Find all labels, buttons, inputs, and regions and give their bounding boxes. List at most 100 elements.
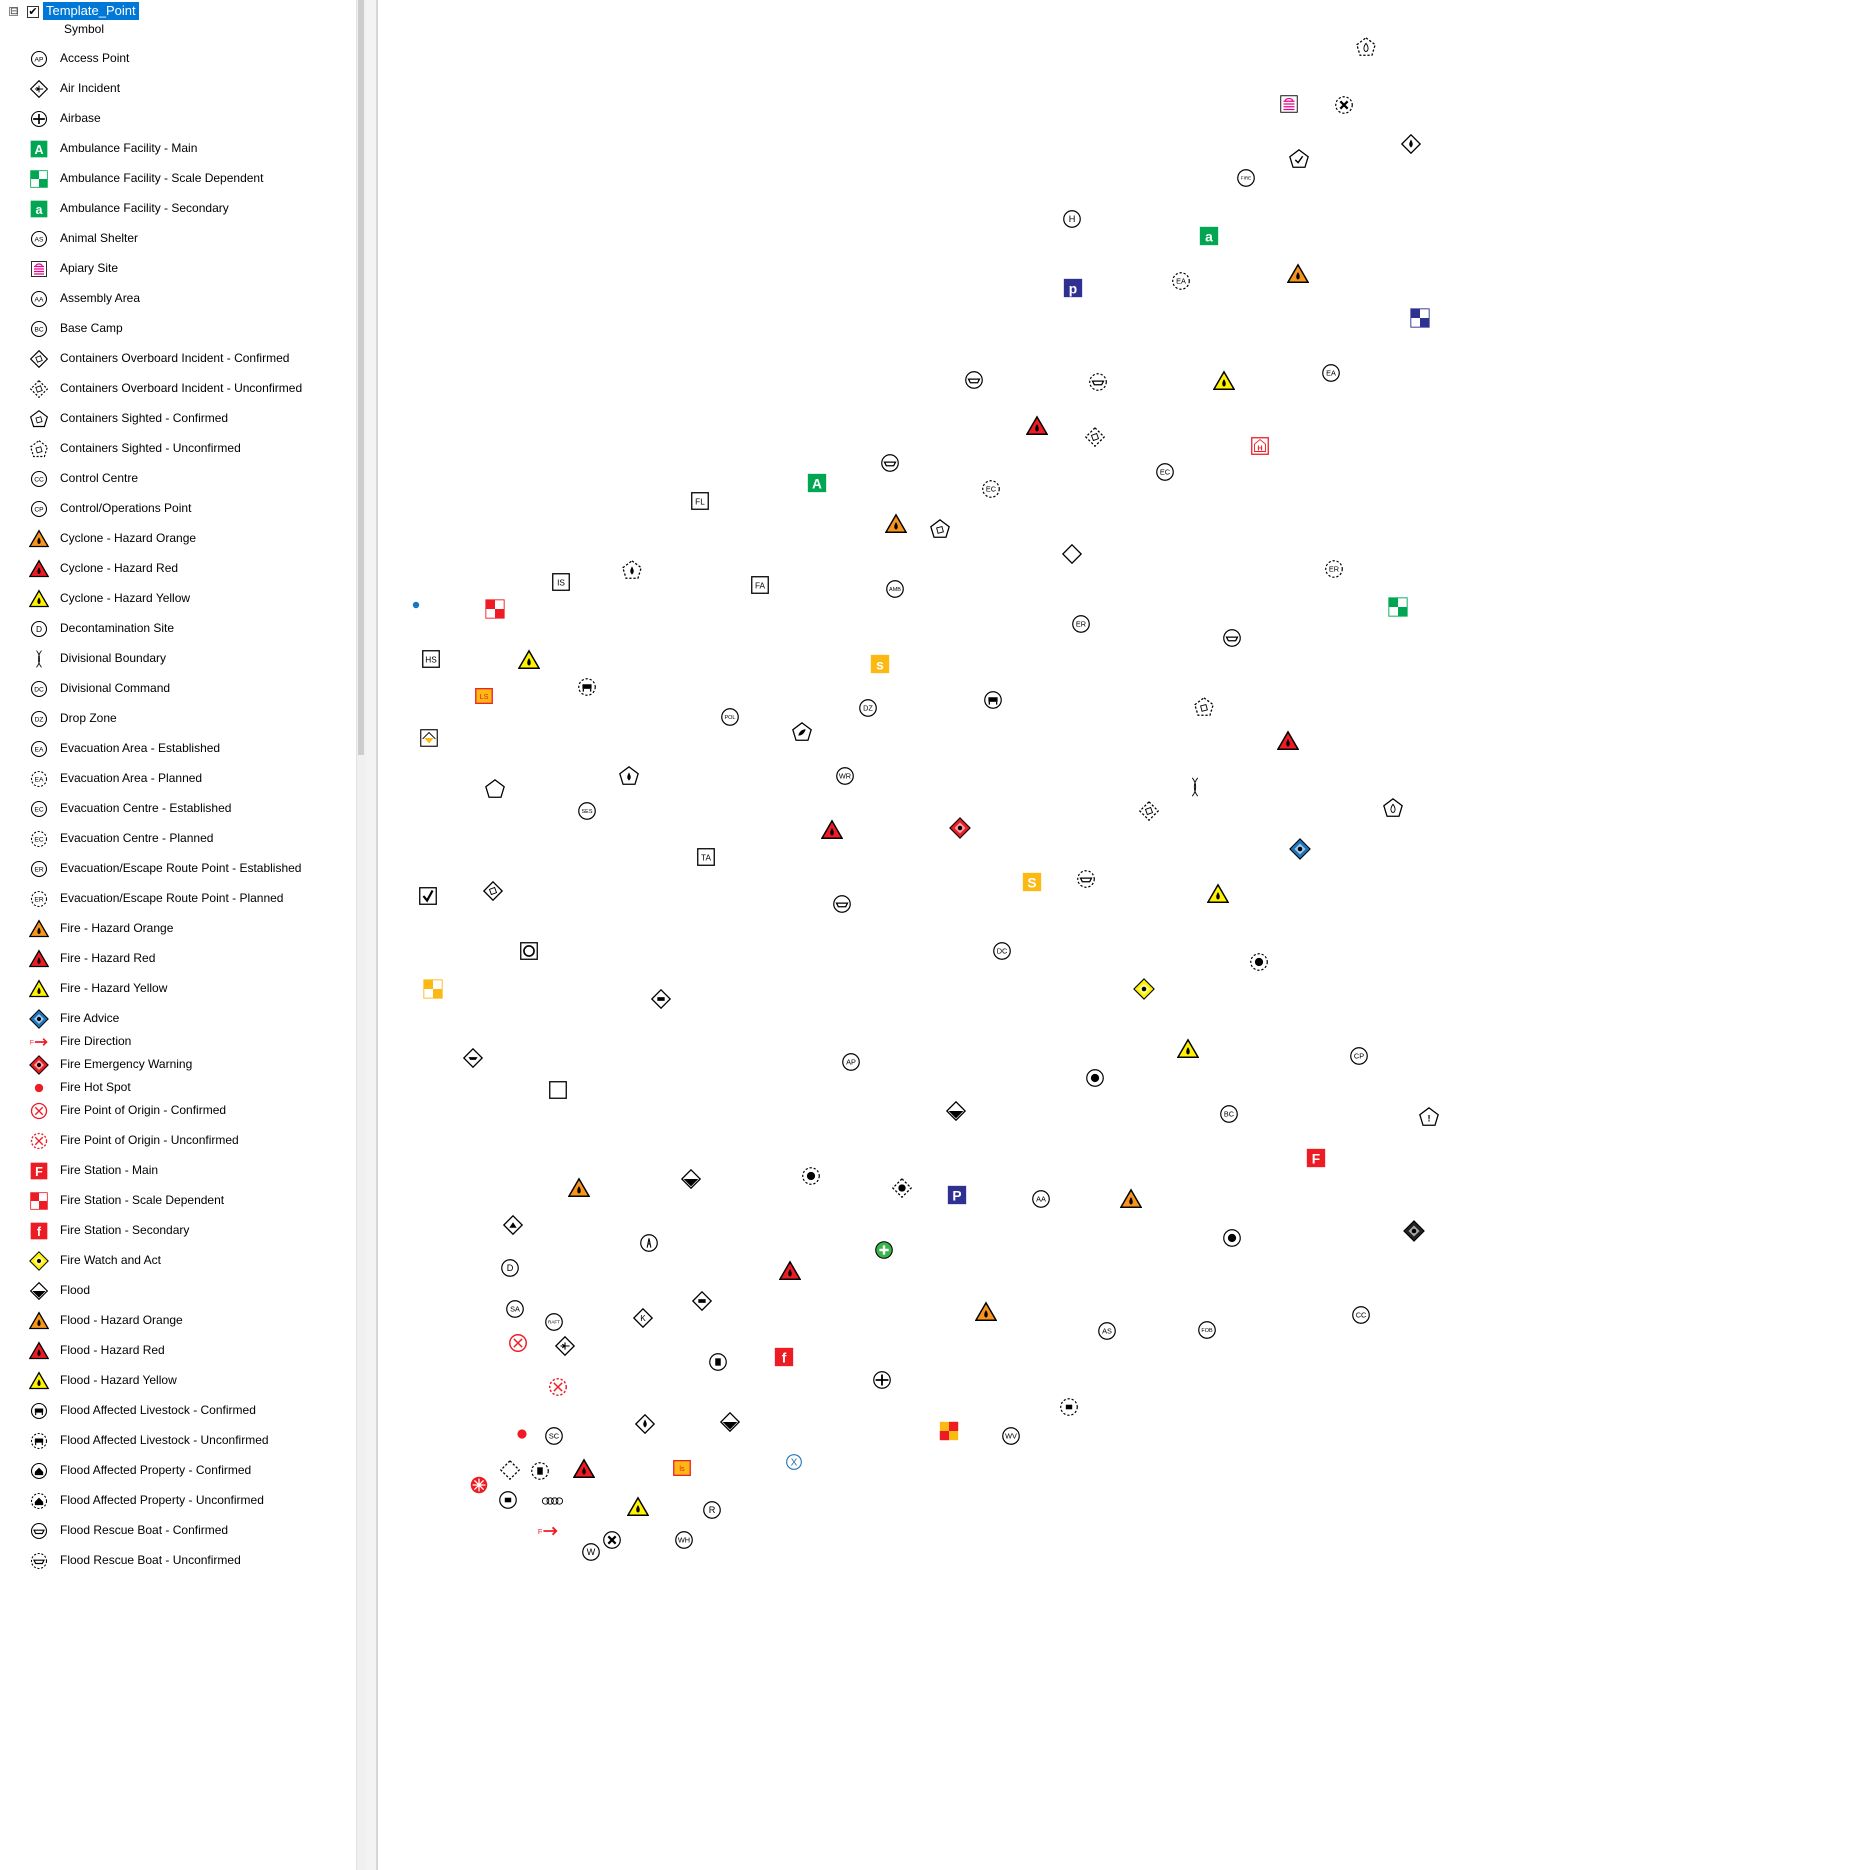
legend-item[interactable]: CC Control Centre [25,463,355,493]
map-marker-arrow-icon[interactable]: F [537,1520,559,1542]
map-marker-pentagon-fire-icon[interactable] [1382,797,1404,819]
map-marker-circle-trash-icon[interactable] [707,1351,729,1373]
map-marker-circle-code-icon[interactable]: ER [1070,613,1092,635]
map-marker-circle-code-icon[interactable]: AP [840,1051,862,1073]
collapse-icon[interactable]: ⊟ [9,7,18,17]
map-marker-circle-figure-dashed-icon[interactable] [800,1165,822,1187]
legend-item[interactable]: Ambulance Facility - Scale Dependent [25,163,355,193]
legend-item[interactable]: DZ Drop Zone [25,703,355,733]
legend-item[interactable]: Containers Overboard Incident - Confirme… [25,343,355,373]
map-marker-circle-square-icon[interactable] [497,1489,519,1511]
map-marker-triangle-hazard-icon[interactable] [778,1260,802,1282]
map-marker-circle-x-dashed-icon[interactable] [547,1376,569,1398]
map-marker-pentagon-box-icon[interactable] [929,518,951,540]
map-marker-circle-code-icon[interactable]: AS [1096,1320,1118,1342]
legend-item[interactable]: EC Evacuation Centre - Planned [25,823,355,853]
map-marker-diamond-burst-icon[interactable] [891,1177,913,1199]
map-marker-triangle-hazard-icon[interactable] [517,649,541,671]
map-marker-circle-tower-icon[interactable] [638,1232,660,1254]
legend-item[interactable]: a Ambulance Facility - Secondary [25,193,355,223]
legend-item[interactable]: Flood Affected Livestock - Confirmed [25,1395,355,1425]
map-marker-flood-icon[interactable] [680,1168,702,1190]
legend-item[interactable]: Divisional Boundary [25,643,355,673]
legend-item[interactable]: AP Access Point [25,43,355,73]
map-marker-square-code-icon[interactable]: FA [749,574,771,596]
legend-item[interactable]: Fire - Hazard Yellow [25,973,355,1003]
map-marker-square-code-icon[interactable]: HS [420,648,442,670]
legend-item[interactable]: Apiary Site [25,253,355,283]
map-marker-square-letter-icon[interactable]: P [946,1184,968,1206]
map-marker-square-letter-icon[interactable]: f [773,1346,795,1368]
legend-item[interactable]: Fire Point of Origin - Confirmed [25,1095,355,1125]
legend-item[interactable]: CP Control/Operations Point [25,493,355,523]
map-marker-diamond-box-icon[interactable] [482,880,504,902]
map-marker-circle-code-icon[interactable]: CP [1348,1045,1370,1067]
legend-item[interactable]: Fire Point of Origin - Unconfirmed [25,1125,355,1155]
legend-item[interactable]: Cyclone - Hazard Yellow [25,583,355,613]
map-marker-circle-code-icon[interactable]: AMB [884,578,906,600]
map-marker-square-check-icon[interactable] [417,885,439,907]
map-marker-dot-icon[interactable] [405,594,427,616]
map-marker-pentagon-drop-dashed-icon[interactable] [621,559,643,581]
map-marker-pentagon-leaf-icon[interactable] [791,721,813,743]
map-marker-circle-code-icon[interactable]: R [701,1499,723,1521]
legend-item[interactable]: Flood Affected Livestock - Unconfirmed [25,1425,355,1455]
map-marker-circle-xmark-dashed-icon[interactable] [1333,94,1355,116]
map-marker-triangle-hazard-icon[interactable] [884,513,908,535]
map-marker-square-code-icon[interactable]: IS [550,571,572,593]
map-marker-circle-code-icon[interactable]: FIRE [1235,167,1257,189]
map-marker-circle-boat-dashed-icon[interactable] [1087,371,1109,393]
map-marker-circle-plus-green-icon[interactable] [873,1239,895,1261]
map-marker-square-code-icon[interactable]: TA [695,846,717,868]
map-marker-circle-cow-icon[interactable] [982,689,1004,711]
map-marker-diamond-icon[interactable] [1061,543,1083,565]
map-marker-circle-code-icon[interactable]: SES [576,800,598,822]
map-marker-circle-code-icon[interactable]: SA [504,1298,526,1320]
map-marker-diamond-box-dashed-icon[interactable] [1084,426,1106,448]
map-marker-square-h-icon[interactable]: H [1249,435,1271,457]
legend-item[interactable]: Flood Affected Property - Unconfirmed [25,1485,355,1515]
map-marker-circle-figure-dashed-icon[interactable] [1248,951,1270,973]
map-marker-square-letter-icon[interactable]: p [1062,277,1084,299]
map-marker-circle-code-dashed-icon[interactable]: EA [1170,270,1192,292]
map-marker-pentagon-fire-dashed-icon[interactable] [1355,36,1377,58]
map-marker-circle-code-icon[interactable]: FOB [1196,1319,1218,1341]
map-marker-pentagon-box-dashed-icon[interactable] [1193,696,1215,718]
legend-item[interactable]: Fire - Hazard Orange [25,913,355,943]
map-marker-diamond-fill-icon[interactable] [949,817,971,839]
map-marker-circle-code-dashed-icon[interactable]: EC [980,478,1002,500]
map-marker-circle-x-blue-icon[interactable]: X [783,1451,805,1473]
legend-item[interactable]: Flood Rescue Boat - Confirmed [25,1515,355,1545]
map-marker-circle-figure-icon[interactable] [1221,1227,1243,1249]
map-marker-square-code-icon[interactable]: FL [689,490,711,512]
map-marker-triangle-hazard-icon[interactable] [626,1496,650,1518]
map-marker-triangle-hazard-icon[interactable] [1025,415,1049,437]
legend-item[interactable]: EC Evacuation Centre - Established [25,793,355,823]
legend-item[interactable]: D Decontamination Site [25,613,355,643]
legend-item[interactable]: Flood - Hazard Yellow [25,1365,355,1395]
map-marker-apiary-icon[interactable] [1278,93,1300,115]
map-marker-circle-code-icon[interactable]: W [580,1541,602,1563]
map-marker-circle-code-icon[interactable]: EA [1320,362,1342,384]
map-marker-square-letter-icon[interactable]: F [1305,1147,1327,1169]
map-view[interactable]: FIRE Ha p EA EA H A EC EC FL IS FA AMB ER ER HS s LS POL DZ… [378,0,1861,1870]
map-marker-diamond-car-icon[interactable] [691,1290,713,1312]
map-marker-triangle-hazard-icon[interactable] [1286,263,1310,285]
map-marker-diamond-mountain-icon[interactable] [502,1214,524,1236]
legend-item[interactable]: Fire - Hazard Red [25,943,355,973]
map-marker-triangle-hazard-icon[interactable] [1276,730,1300,752]
map-marker-pentagon-check-icon[interactable] [1288,148,1310,170]
legend-item[interactable]: EA Evacuation Area - Established [25,733,355,763]
map-marker-diamond-fill-icon[interactable] [1289,838,1311,860]
map-marker-square-code-yellow-icon[interactable]: LS [473,685,495,707]
legend-item[interactable]: Flood [25,1275,355,1305]
map-marker-checker-icon[interactable] [422,978,444,1000]
map-marker-circle-code-icon[interactable]: POL [719,706,741,728]
map-marker-rings-icon[interactable] [541,1490,563,1512]
map-marker-circle-code-icon[interactable]: H [1061,208,1083,230]
map-marker-pentagon-drop-icon[interactable] [618,765,640,787]
legend-item[interactable]: AA Assembly Area [25,283,355,313]
map-marker-diamond-dashed-icon[interactable] [499,1459,521,1481]
map-marker-circle-trash-dashed-icon[interactable] [529,1460,551,1482]
legend-item[interactable]: ER Evacuation/Escape Route Point - Planne… [25,883,355,913]
